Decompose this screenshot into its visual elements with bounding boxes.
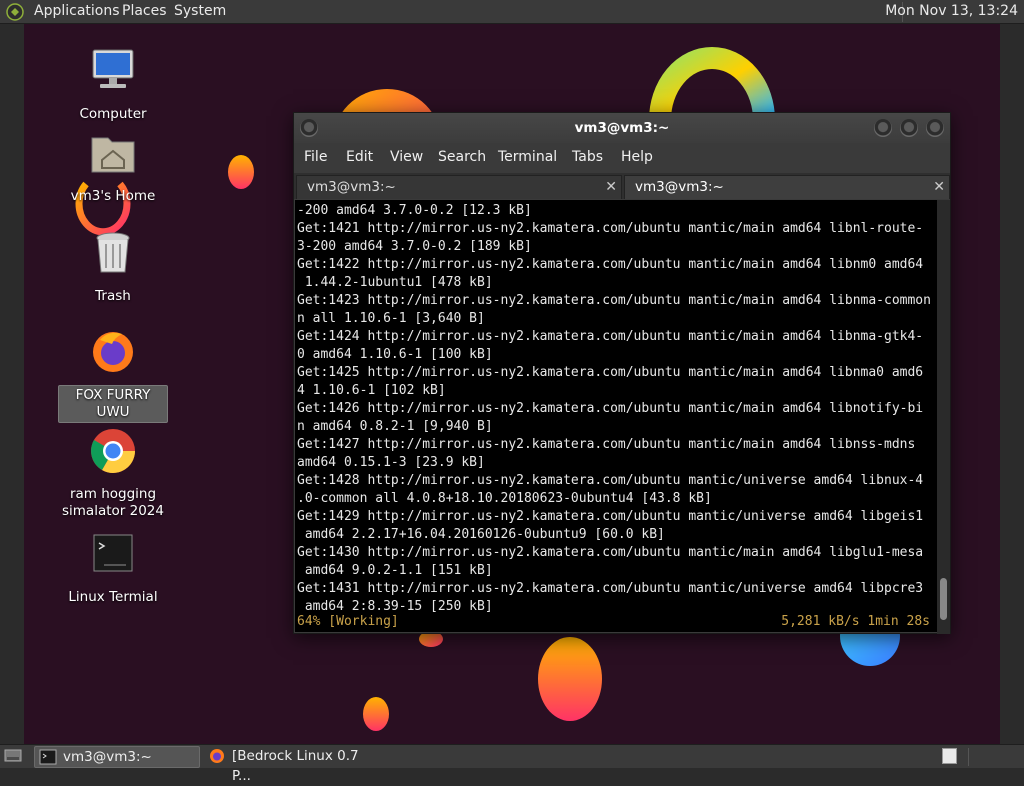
tab-bar: vm3@vm3:~ ✕ vm3@vm3:~ ✕	[294, 173, 950, 199]
chrome-icon	[91, 429, 135, 473]
desktop-icon-computer[interactable]: Computer	[58, 46, 168, 124]
close-tab-icon[interactable]: ✕	[605, 176, 617, 198]
terminal-line: Get:1426 http://mirror.us-ny2.kamatera.c…	[297, 401, 924, 416]
terminal-window[interactable]: vm3@vm3:~ File Edit View Search Terminal…	[293, 112, 951, 634]
terminal-line: n all 1.10.6-1 [3,640 B]	[297, 311, 485, 326]
terminal-scrollbar[interactable]	[937, 200, 950, 634]
close-tab-icon[interactable]: ✕	[933, 176, 945, 198]
taskbar-item-terminal[interactable]: vm3@vm3:~	[34, 746, 200, 768]
terminal-line: 4 1.10.6-1 [102 kB]	[297, 383, 446, 398]
desktop-icon-trash[interactable]: Trash	[58, 228, 168, 306]
taskbar-item-firefox[interactable]: [Bedrock Linux 0.7 P...	[204, 746, 372, 784]
bottom-panel: vm3@vm3:~ [Bedrock Linux 0.7 P...	[0, 744, 1024, 784]
terminal-line: Get:1422 http://mirror.us-ny2.kamatera.c…	[297, 257, 924, 272]
menu-edit[interactable]: Edit	[346, 149, 373, 165]
desktop-icon-terminal[interactable]: Linux Termial	[58, 529, 168, 607]
terminal-tab-2[interactable]: vm3@vm3:~ ✕	[624, 175, 950, 199]
terminal-line: Get:1424 http://mirror.us-ny2.kamatera.c…	[297, 329, 924, 344]
terminal-line: Get:1429 http://mirror.us-ny2.kamatera.c…	[297, 509, 924, 524]
distro-logo-icon[interactable]	[6, 3, 24, 21]
menu-terminal[interactable]: Terminal	[498, 149, 557, 165]
desktop-icon-label: Trash	[95, 288, 131, 304]
terminal-line: Get:1421 http://mirror.us-ny2.kamatera.c…	[297, 221, 924, 236]
desktop-icon-label: Computer	[79, 106, 147, 122]
tab-label: vm3@vm3:~	[307, 179, 396, 195]
firefox-icon	[93, 332, 133, 372]
terminal-line: Get:1431 http://mirror.us-ny2.kamatera.c…	[297, 581, 924, 596]
terminal-line: n amd64 0.8.2-1 [9,940 B]	[297, 419, 493, 434]
desktop-icon-home[interactable]: vm3's Home	[58, 128, 168, 206]
computer-icon	[92, 49, 134, 88]
terminal-icon	[39, 749, 57, 765]
menu-view[interactable]: View	[390, 149, 423, 165]
terminal-line: 0 amd64 1.10.6-1 [100 kB]	[297, 347, 493, 362]
terminal-line: .0-common all 4.0.8+18.10.20180623-0ubun…	[297, 491, 712, 506]
terminal-output[interactable]: -200 amd64 3.7.0-0.2 [12.3 kB] Get:1421 h…	[295, 200, 938, 632]
terminal-line: amd64 0.15.1-3 [23.9 kB]	[297, 455, 485, 470]
desktop-icon-label: ram hogging simalator 2024	[62, 486, 164, 519]
terminal-line: amd64 9.0.2-1.1 [151 kB]	[297, 563, 493, 578]
terminal-line: 1.44.2-1ubuntu1 [478 kB]	[297, 275, 493, 290]
desktop-icon-label: Linux Termial	[68, 589, 158, 605]
clock[interactable]: Mon Nov 13, 13:24	[885, 3, 1018, 19]
places-menu[interactable]: Places	[122, 3, 167, 19]
tab-label: vm3@vm3:~	[635, 179, 724, 195]
menu-search[interactable]: Search	[438, 149, 486, 165]
terminal-line: Get:1430 http://mirror.us-ny2.kamatera.c…	[297, 545, 924, 560]
close-window-button[interactable]	[926, 119, 944, 137]
taskbar-item-label: vm3@vm3:~	[63, 749, 152, 765]
terminal-line: -200 amd64 3.7.0-0.2 [12.3 kB]	[297, 203, 532, 218]
terminal-line: Get:1427 http://mirror.us-ny2.kamatera.c…	[297, 437, 916, 452]
applications-menu[interactable]: Applications	[34, 3, 120, 19]
menu-tabs[interactable]: Tabs	[572, 149, 603, 165]
top-panel: Applications Places System Mon Nov 13, 1…	[0, 0, 1024, 24]
scrollbar-thumb[interactable]	[940, 578, 947, 620]
desktop-icon-label: vm3's Home	[70, 188, 156, 204]
maximize-button[interactable]	[900, 119, 918, 137]
terminal-icon	[93, 534, 133, 572]
window-menu-button[interactable]	[300, 119, 318, 137]
apt-progress-status: 64% [Working] 5,281 kB/s 1min 28s	[297, 613, 930, 631]
terminal-menubar: File Edit View Search Terminal Tabs Help	[294, 143, 950, 173]
workspace-switcher[interactable]	[942, 748, 957, 764]
trash-icon	[96, 232, 130, 273]
terminal-line: amd64 2.2.17+16.04.20160126-0ubuntu9 [60…	[297, 527, 665, 542]
window-title: vm3@vm3:~	[574, 120, 670, 136]
terminal-line: 3-200 amd64 3.7.0-0.2 [189 kB]	[297, 239, 532, 254]
window-title-bar[interactable]: vm3@vm3:~	[294, 113, 950, 143]
terminal-tab-1[interactable]: vm3@vm3:~ ✕	[296, 175, 622, 199]
menu-help[interactable]: Help	[621, 149, 653, 165]
minimize-button[interactable]	[874, 119, 892, 137]
terminal-line: Get:1425 http://mirror.us-ny2.kamatera.c…	[297, 365, 924, 380]
panel-separator	[968, 748, 969, 766]
desktop-icon-label: FOX FURRY UWU	[58, 385, 168, 423]
progress-status: 64% [Working]	[297, 614, 399, 629]
download-speed: 5,281 kB/s 1min 28s	[781, 614, 930, 629]
desktop-icon-firefox[interactable]: FOX FURRY UWU	[58, 326, 168, 423]
show-desktop-icon[interactable]	[4, 748, 22, 764]
home-folder-icon	[91, 137, 135, 173]
desktop-icon-chrome[interactable]: ram hogging simalator 2024	[58, 426, 168, 521]
menu-file[interactable]: File	[304, 149, 327, 165]
firefox-icon	[210, 749, 224, 763]
taskbar-item-label: [Bedrock Linux 0.7 P...	[232, 748, 359, 784]
terminal-line: Get:1423 http://mirror.us-ny2.kamatera.c…	[297, 293, 931, 308]
system-menu[interactable]: System	[174, 3, 226, 19]
terminal-line: Get:1428 http://mirror.us-ny2.kamatera.c…	[297, 473, 924, 488]
